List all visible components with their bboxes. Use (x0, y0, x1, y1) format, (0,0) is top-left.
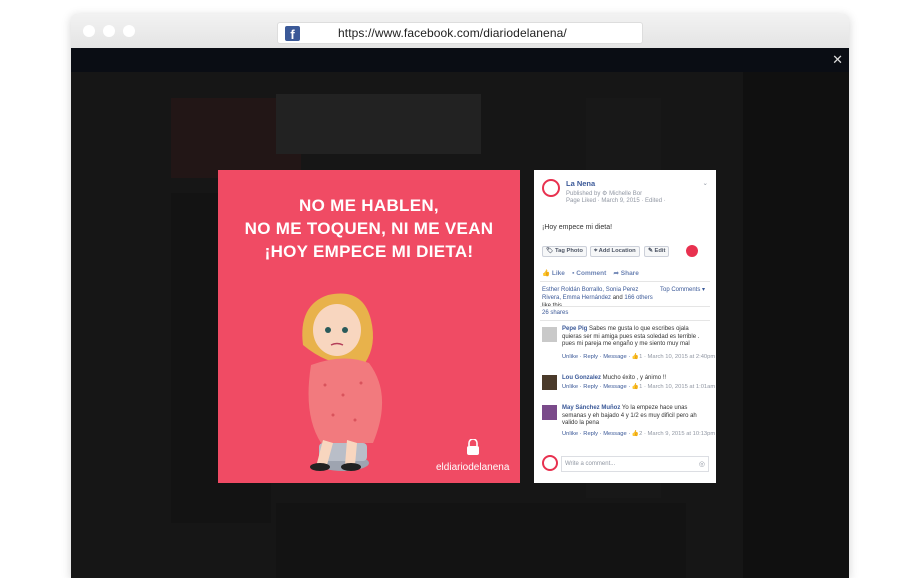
comment-like-count: 1 (639, 354, 643, 360)
commenter-avatar[interactable] (542, 327, 557, 342)
window-close-dot[interactable] (83, 25, 95, 37)
comment-text-block: Lou Gonzalez Mucho éxito , y ánimo !! (562, 375, 710, 383)
add-location-label: Add Location (598, 248, 636, 254)
comment-actions[interactable]: Unlike · Reply · Message · (562, 354, 630, 360)
facebook-icon: f (285, 26, 300, 42)
comment-date: · March 10, 2015 at 1:01am (644, 384, 716, 390)
divider (540, 320, 710, 321)
likes-and: and (612, 295, 623, 301)
url-text: https://www.facebook.com/diariodelanena/ (338, 26, 567, 40)
window-minimize-dot[interactable] (103, 25, 115, 37)
post-actions-row: 👍 Like ▪ Comment ➦ Share (542, 269, 639, 277)
page-viewport: ✕ NO ME HABLEN, NO ME TOQUEN, NI ME VEAN… (71, 48, 849, 578)
comment-meta: Unlike · Reply · Message · 👍1 · March 10… (562, 354, 716, 360)
divider (540, 306, 710, 307)
post-options-chevron-icon[interactable]: ⌄ (703, 179, 708, 187)
comment-text-block: Pepe Pig Sabes me gusta lo que escribes … (562, 326, 710, 349)
like-label: Like (551, 270, 565, 277)
headline-line-1: NO ME HABLEN, (299, 196, 439, 215)
page-liked-line: Page Liked · March 9, 2015 · Edited · (566, 198, 666, 204)
comment-actions[interactable]: Unlike · Reply · Message · (562, 384, 630, 390)
others-link[interactable]: 166 others (624, 295, 652, 301)
commenter-name[interactable]: Pepe Pig (562, 326, 587, 332)
page-avatar-small (542, 455, 558, 471)
comment-like-count: 1 (639, 384, 643, 390)
page-avatar[interactable] (542, 179, 560, 197)
address-bar[interactable]: f https://www.facebook.com/diariodelanen… (277, 22, 643, 44)
edit-button[interactable]: ✎ Edit (644, 246, 670, 257)
like-action[interactable]: 👍 Like (542, 270, 565, 277)
post-text: ¡Hoy empece mi dieta! (542, 224, 613, 231)
comment-meta: Unlike · Reply · Message · 👍1 · March 10… (562, 384, 716, 390)
girl-illustration (302, 293, 383, 471)
commenter-name[interactable]: May Sánchez Muñoz (562, 405, 620, 411)
top-comments-dropdown[interactable]: Top Comments ▾ (660, 286, 705, 293)
headline-line-3: ¡HOY EMPECE MI DIETA! (264, 242, 474, 261)
commenter-name[interactable]: Lou Gonzalez (562, 375, 601, 381)
comment-actions[interactable]: Unlike · Reply · Message · (562, 431, 630, 437)
edit-label: Edit (654, 248, 666, 254)
publisher-name[interactable]: Michelle Bor (609, 191, 642, 197)
write-comment-input[interactable]: Write a comment... ◎ (561, 456, 709, 472)
comment-date: · March 10, 2015 at 2:40pm (644, 354, 716, 360)
headline-line-2: NO ME TOQUEN, NI ME VEAN (244, 219, 494, 238)
post-photo[interactable]: NO ME HABLEN, NO ME TOQUEN, NI ME VEAN ¡… (218, 170, 520, 483)
comment-date: · March 9, 2015 at 10:13pm (644, 431, 716, 437)
tag-photo-label: Tag Photo (554, 248, 583, 254)
add-location-button[interactable]: ⌖ Add Location (590, 246, 640, 257)
close-icon[interactable]: ✕ (832, 52, 843, 68)
write-comment-placeholder: Write a comment... (565, 461, 616, 467)
window-maximize-dot[interactable] (123, 25, 135, 37)
comment-like-count: 2 (639, 431, 643, 437)
photo-headline: NO ME HABLEN, NO ME TOQUEN, NI ME VEAN ¡… (218, 194, 520, 263)
camera-icon[interactable]: ◎ (699, 460, 705, 468)
tag-photo-button[interactable]: 🏷 Tag Photo (542, 246, 587, 257)
share-action[interactable]: ➦ Share (614, 270, 639, 277)
browser-window: f https://www.facebook.com/diariodelanen… (71, 14, 849, 578)
comment-meta: Unlike · Reply · Message · 👍2 · March 9,… (562, 431, 716, 437)
comment-action[interactable]: ▪ Comment (572, 270, 606, 277)
published-by-line: Published by ⚙ Michelle Bor (566, 191, 643, 197)
shares-link[interactable]: 26 shares (542, 310, 568, 316)
commenter-avatar[interactable] (542, 375, 557, 390)
comment-label: Comment (576, 270, 607, 277)
comment-body: Mucho éxito , y ánimo !! (602, 375, 667, 381)
commenter-avatar[interactable] (542, 405, 557, 420)
lock-logo-icon (467, 439, 479, 455)
photo-brand-text: eldiariodelanena (436, 462, 510, 473)
page-identity-icon[interactable] (686, 245, 698, 257)
post-side-panel: La Nena ⌄ Published by ⚙ Michelle Bor Pa… (534, 170, 716, 483)
comment-text-block: May Sánchez Muñoz Yo la empeze hace unas… (562, 405, 710, 428)
page-name-link[interactable]: La Nena (566, 179, 595, 188)
browser-toolbar: f https://www.facebook.com/diariodelanen… (71, 14, 849, 48)
divider (540, 281, 710, 282)
published-by-label: Published by (566, 191, 601, 197)
share-label: Share (620, 270, 639, 277)
